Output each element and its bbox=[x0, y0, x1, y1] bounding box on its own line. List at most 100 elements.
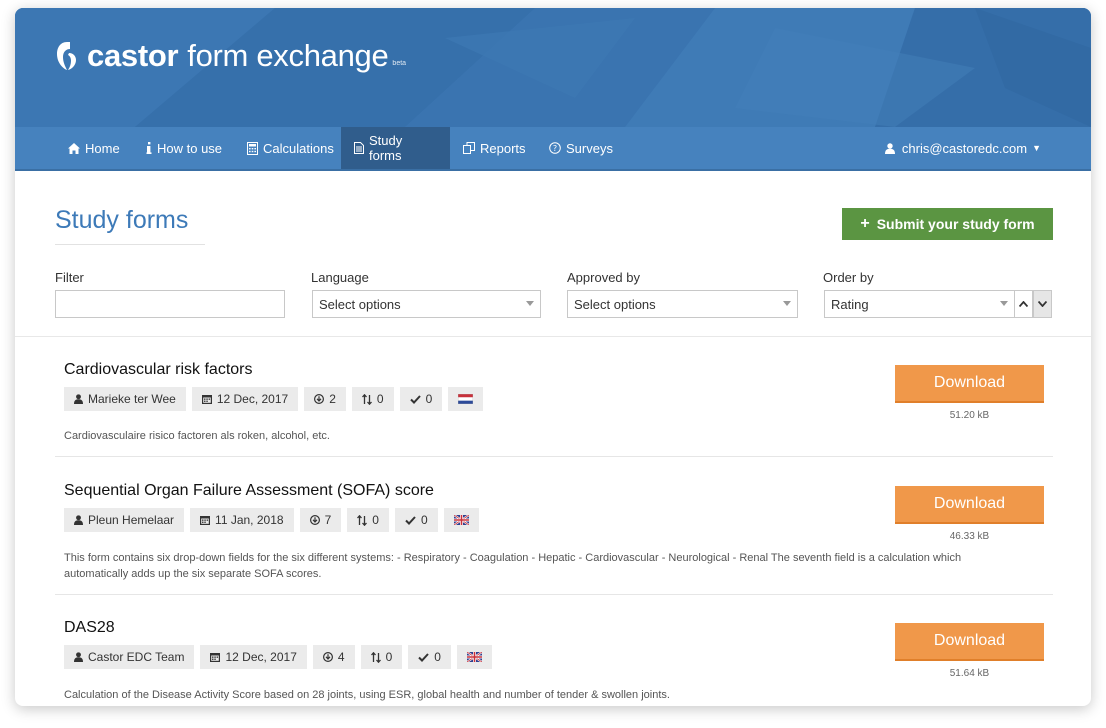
nav-label: Surveys bbox=[566, 140, 613, 156]
home-icon bbox=[68, 142, 80, 154]
meta-badges: Marieke ter Wee 12 Dec, 2017 2 0 0 bbox=[64, 387, 489, 411]
download-button[interactable]: Download bbox=[895, 486, 1044, 524]
downloads-badge: 2 bbox=[304, 387, 346, 411]
download-button[interactable]: Download bbox=[895, 365, 1044, 403]
main-nav: Home How to use Calculations Study forms… bbox=[15, 127, 1091, 171]
author-badge[interactable]: Castor EDC Team bbox=[64, 645, 195, 669]
title-underline bbox=[55, 244, 205, 245]
file-size: 46.33 kB bbox=[949, 531, 990, 542]
approval-count: 0 bbox=[434, 650, 441, 664]
nav-item-how-to-use[interactable]: How to use bbox=[133, 127, 235, 169]
nav-label: Home bbox=[85, 140, 120, 156]
approvals-badge: 0 bbox=[394, 508, 438, 532]
date-badge: 11 Jan, 2018 bbox=[190, 508, 294, 532]
user-menu[interactable]: chris@castoredc.com ▼ bbox=[884, 127, 1041, 169]
filter-input[interactable] bbox=[55, 290, 285, 318]
nav-label: Calculations bbox=[263, 140, 334, 156]
section-divider bbox=[15, 336, 1091, 337]
svg-text:?: ? bbox=[553, 144, 557, 153]
approval-count: 0 bbox=[425, 392, 433, 406]
approved-by-label: Approved by bbox=[567, 270, 640, 285]
form-description: Cardiovasculaire risico factoren als rok… bbox=[64, 430, 330, 442]
calendar-icon bbox=[210, 652, 221, 662]
user-icon bbox=[74, 652, 83, 662]
file-size: 51.20 kB bbox=[949, 410, 990, 421]
sort-icon bbox=[357, 514, 368, 526]
sort-badge: 0 bbox=[347, 508, 389, 532]
submit-label: Submit your study form bbox=[876, 216, 1035, 232]
meta-badges: Pleun Hemelaar 11 Jan, 2018 7 0 0 bbox=[64, 508, 485, 532]
form-date: 12 Dec, 2017 bbox=[225, 650, 297, 664]
sort-badge: 0 bbox=[351, 387, 394, 411]
beta-tag: beta bbox=[392, 60, 407, 67]
question-icon: ? bbox=[549, 142, 561, 154]
approval-count: 0 bbox=[420, 513, 428, 527]
approved-by-value: Select options bbox=[574, 296, 656, 312]
calendar-icon bbox=[200, 515, 211, 525]
form-description: Calculation of the Disease Activity Scor… bbox=[64, 689, 670, 701]
download-count-icon bbox=[314, 394, 325, 404]
form-title[interactable]: Cardiovascular risk factors bbox=[64, 361, 253, 379]
castor-logo-icon bbox=[57, 42, 76, 70]
order-by-select[interactable]: Rating bbox=[824, 290, 1015, 318]
page-title: Study forms bbox=[55, 206, 189, 234]
download-count-icon bbox=[309, 515, 320, 525]
caret-down-icon: ▼ bbox=[1032, 143, 1041, 153]
author-name: Pleun Hemelaar bbox=[88, 513, 175, 527]
author-badge[interactable]: Pleun Hemelaar bbox=[64, 508, 185, 532]
nav-item-home[interactable]: Home bbox=[55, 127, 133, 169]
download-count: 7 bbox=[324, 513, 332, 527]
author-badge[interactable]: Marieke ter Wee bbox=[64, 387, 186, 411]
nav-label: Study forms bbox=[369, 133, 403, 163]
language-select[interactable]: Select options bbox=[312, 290, 541, 318]
nav-item-reports[interactable]: Reports bbox=[450, 127, 539, 169]
nav-item-study-forms[interactable]: Study forms bbox=[341, 127, 450, 169]
sort-count: 0 bbox=[376, 392, 384, 406]
nav-label: Reports bbox=[480, 140, 526, 156]
user-icon bbox=[74, 394, 83, 404]
dropdown-arrow-icon bbox=[526, 301, 534, 306]
check-icon bbox=[409, 394, 421, 404]
user-email: chris@castoredc.com bbox=[901, 140, 1028, 156]
download-count-icon bbox=[322, 652, 333, 662]
chevron-up-icon bbox=[1019, 301, 1028, 307]
date-badge: 12 Dec, 2017 bbox=[191, 387, 299, 411]
brand-name-rest: form exchange bbox=[187, 38, 389, 73]
sort-icon bbox=[370, 651, 381, 663]
item-divider bbox=[55, 594, 1053, 595]
nav-item-calculations[interactable]: Calculations bbox=[234, 127, 347, 169]
approvals-badge: 0 bbox=[408, 645, 451, 669]
order-by-label: Order by bbox=[823, 270, 874, 285]
author-name: Castor EDC Team bbox=[88, 650, 185, 664]
sort-descending-button[interactable] bbox=[1033, 290, 1052, 318]
approvals-badge: 0 bbox=[399, 387, 443, 411]
hero-banner: castor form exchange beta bbox=[15, 8, 1091, 127]
download-button[interactable]: Download bbox=[895, 623, 1044, 661]
dropdown-arrow-icon bbox=[783, 301, 791, 306]
sort-ascending-button[interactable] bbox=[1014, 290, 1033, 318]
filter-label: Filter bbox=[55, 270, 84, 285]
check-icon bbox=[418, 652, 429, 662]
calculator-icon bbox=[247, 141, 258, 155]
approved-by-select[interactable]: Select options bbox=[567, 290, 798, 318]
language-value: Select options bbox=[319, 296, 401, 312]
form-description: This form contains six drop-down fields … bbox=[64, 552, 962, 580]
downloads-badge: 7 bbox=[299, 508, 342, 532]
downloads-badge: 4 bbox=[312, 645, 355, 669]
user-icon bbox=[74, 515, 83, 525]
meta-badges: Castor EDC Team 12 Dec, 2017 4 0 0 bbox=[64, 645, 498, 669]
brand-logo[interactable]: castor form exchange beta bbox=[55, 38, 406, 74]
document-icon bbox=[354, 142, 364, 154]
nav-item-surveys[interactable]: ? Surveys bbox=[536, 127, 626, 169]
item-divider bbox=[55, 456, 1053, 457]
brand-name-bold: castor bbox=[87, 38, 179, 73]
sort-count: 0 bbox=[385, 650, 393, 664]
language-badge bbox=[443, 508, 479, 532]
plus-icon: + bbox=[860, 215, 870, 232]
info-icon bbox=[146, 142, 152, 154]
submit-study-form-button[interactable]: + Submit your study form bbox=[842, 208, 1053, 240]
form-date: 11 Jan, 2018 bbox=[215, 513, 284, 527]
netherlands-flag-icon bbox=[458, 394, 474, 404]
form-title[interactable]: Sequential Organ Failure Assessment (SOF… bbox=[64, 482, 434, 500]
form-title[interactable]: DAS28 bbox=[64, 619, 115, 637]
